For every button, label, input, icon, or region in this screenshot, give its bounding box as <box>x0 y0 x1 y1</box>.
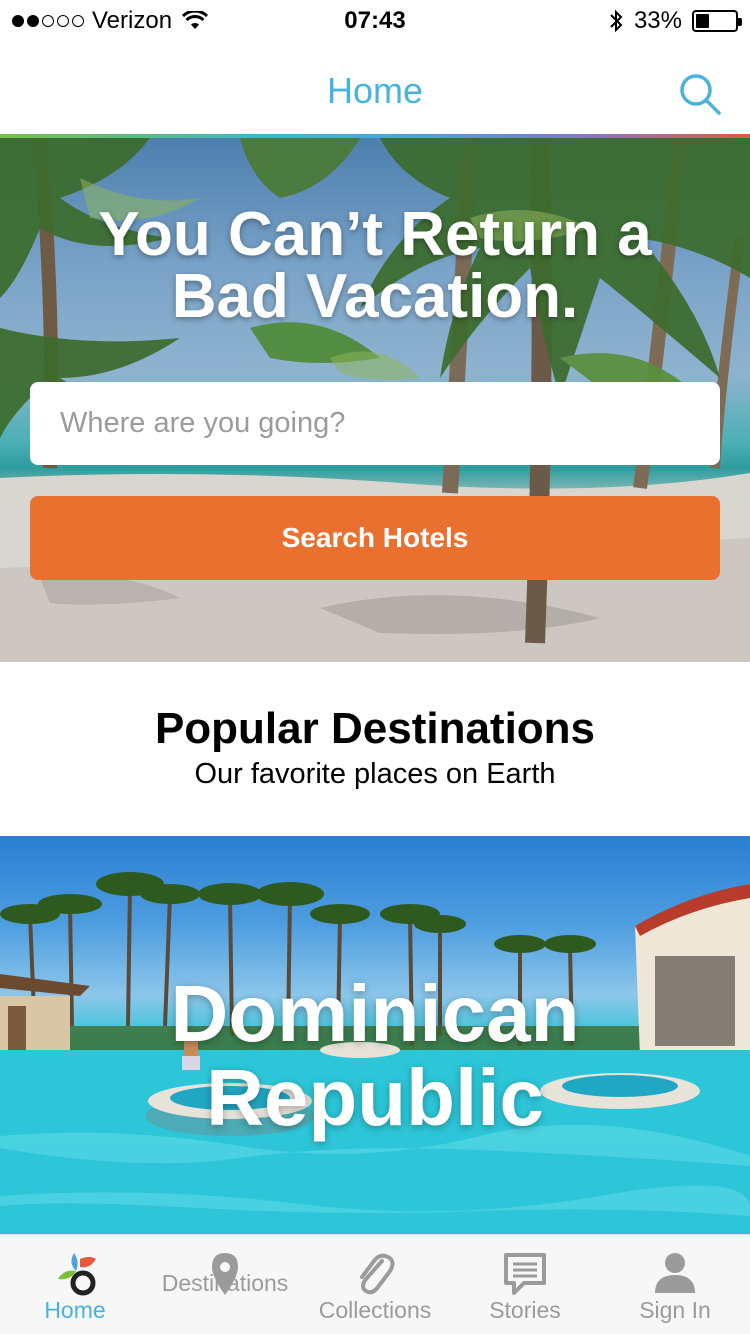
chat-bubble-icon <box>504 1253 546 1295</box>
hero-banner: You Can’t Return a Bad Vacation. Search … <box>0 138 750 662</box>
tab-collections[interactable]: Collections <box>300 1235 450 1334</box>
hero-title-line1: You Can’t Return a <box>98 200 652 269</box>
search-hotels-button[interactable]: Search Hotels <box>30 496 720 580</box>
hero-title: You Can’t Return a Bad Vacation. <box>0 204 750 328</box>
battery-percent: 33% <box>633 7 682 34</box>
tab-bar: Home Destinations Collections Stories Si… <box>0 1234 750 1334</box>
battery-icon <box>692 10 742 32</box>
tab-label-sign-in: Sign In <box>639 1297 711 1323</box>
destination-title-line2: Republic <box>206 1053 544 1142</box>
battery-fill <box>696 14 709 28</box>
tab-label-stories: Stories <box>489 1297 561 1323</box>
section-subtitle: Our favorite places on Earth <box>194 758 556 790</box>
tab-label-home: Home <box>44 1297 106 1323</box>
tab-destinations[interactable]: Destinations <box>150 1235 300 1334</box>
tab-sign-in[interactable]: Sign In <box>600 1235 750 1334</box>
destination-search-input[interactable] <box>30 382 720 465</box>
destination-title-line1: Dominican <box>170 969 580 1058</box>
popular-destinations-section: Popular Destinations Our favorite places… <box>0 662 750 836</box>
battery-tip <box>738 18 742 26</box>
logo-icon <box>58 1253 96 1296</box>
bluetooth-icon <box>610 9 623 33</box>
nav-bar: Home <box>0 40 750 134</box>
status-bar: Verizon 07:43 33% <box>0 0 750 40</box>
destination-title: Dominican Republic <box>0 972 750 1140</box>
page-title: Home <box>326 70 424 111</box>
search-icon[interactable] <box>678 72 722 116</box>
tab-stories[interactable]: Stories <box>450 1235 600 1334</box>
tab-label-destinations: Destinations <box>161 1270 289 1296</box>
hero-title-line2: Bad Vacation. <box>171 262 579 331</box>
tab-home[interactable]: Home <box>0 1235 150 1334</box>
section-title: Popular Destinations <box>154 704 596 753</box>
person-icon <box>655 1253 695 1293</box>
destination-card[interactable]: Dominican Republic <box>0 836 750 1234</box>
paperclip-icon <box>360 1253 395 1295</box>
tab-label-collections: Collections <box>318 1297 432 1323</box>
status-right: 33% <box>608 7 742 35</box>
